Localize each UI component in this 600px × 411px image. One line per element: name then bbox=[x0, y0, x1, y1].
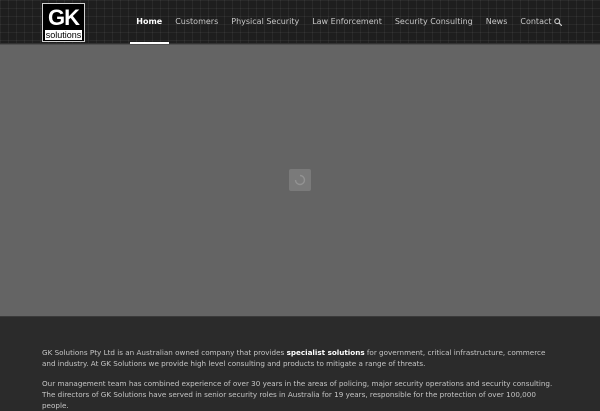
search-icon bbox=[554, 18, 562, 26]
nav-item-law-enforcement[interactable]: Law Enforcement bbox=[306, 0, 389, 44]
logo-mark: GK bbox=[48, 5, 80, 30]
main-nav: Home Customers Physical Security Law Enf… bbox=[129, 0, 558, 44]
loading-spinner-icon bbox=[294, 174, 306, 186]
nav-item-news[interactable]: News bbox=[479, 0, 514, 44]
logo-subtitle: solutions bbox=[45, 30, 82, 40]
nav-item-customers[interactable]: Customers bbox=[169, 0, 225, 44]
nav-item-home[interactable]: Home bbox=[129, 0, 169, 44]
search-button[interactable] bbox=[552, 0, 564, 44]
intro-paragraph-1: GK Solutions Pty Ltd is an Australian ow… bbox=[42, 347, 558, 369]
loading-indicator bbox=[289, 169, 311, 191]
specialist-solutions-highlight: specialist solutions bbox=[286, 348, 365, 357]
gk-solutions-logo[interactable]: GK solutions bbox=[42, 3, 85, 42]
intro-section: GK Solutions Pty Ltd is an Australian ow… bbox=[0, 316, 600, 410]
intro-paragraph-2: Our management team has combined experie… bbox=[42, 379, 553, 410]
intro-text-1a: GK Solutions Pty Ltd is an Australian ow… bbox=[42, 348, 287, 357]
nav-item-physical-security[interactable]: Physical Security bbox=[225, 0, 306, 44]
site-header: GK solutions Home Customers Physical Sec… bbox=[0, 0, 600, 44]
nav-item-security-consulting[interactable]: Security Consulting bbox=[388, 0, 479, 44]
hero-slider bbox=[0, 44, 600, 316]
